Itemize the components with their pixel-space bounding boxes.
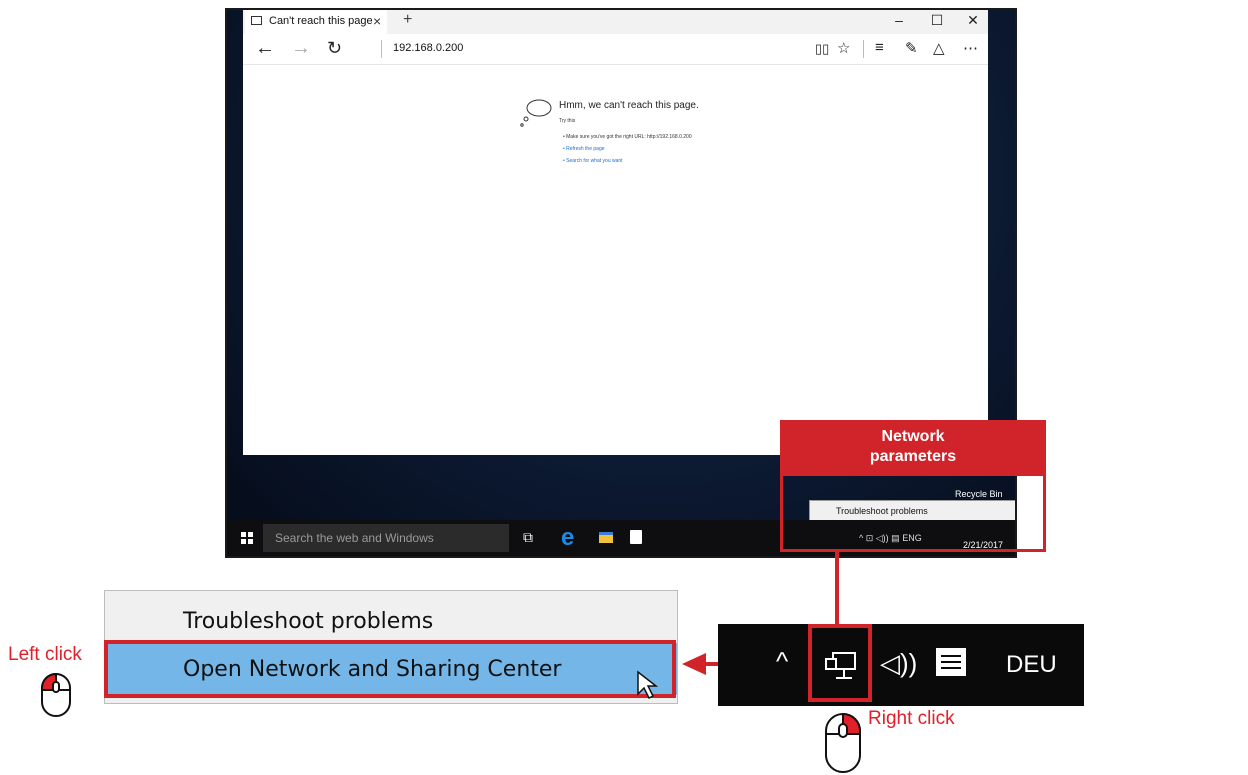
- store-icon[interactable]: [630, 530, 642, 544]
- cursor-arrow-icon: [637, 670, 659, 700]
- reading-view-icon[interactable]: ▯▯: [815, 41, 829, 57]
- suggestion-text: Search for what you want: [566, 158, 623, 164]
- address-separator: [381, 40, 382, 58]
- suggestion-text: Make sure you've got the right URL: http…: [566, 134, 692, 140]
- address-bar[interactable]: 192.168.0.200: [393, 42, 463, 54]
- volume-icon[interactable]: ◁)): [880, 648, 917, 679]
- tab-close-icon[interactable]: ×: [373, 13, 381, 29]
- error-try-this: Try this: [559, 118, 576, 124]
- edge-icon[interactable]: e: [561, 524, 574, 552]
- new-tab-button[interactable]: +: [403, 11, 412, 29]
- back-button[interactable]: ←: [255, 37, 275, 60]
- edge-browser-window: Can't reach this page × + – ☐ ✕ ← → ↻ 19…: [243, 10, 988, 455]
- thought-cloud-icon: [520, 99, 552, 127]
- tray-zoomed: ^ ◁)) DEU: [718, 624, 1084, 706]
- suggestion-refresh-link[interactable]: • Refresh the page: [563, 146, 605, 152]
- suggestion-check-url: • Make sure you've got the right URL: ht…: [563, 134, 692, 140]
- mouse-left-click-icon: [41, 672, 71, 717]
- action-center-icon[interactable]: [936, 648, 966, 676]
- right-click-label: Right click: [868, 708, 955, 729]
- hub-icon[interactable]: ≡: [875, 39, 884, 56]
- close-window-button[interactable]: ✕: [963, 12, 983, 29]
- minimize-button[interactable]: –: [889, 12, 909, 28]
- left-click-label: Left click: [8, 644, 82, 665]
- share-icon[interactable]: △: [933, 39, 945, 57]
- tab-title: Can't reach this page: [269, 15, 373, 27]
- callout-title-line2: parameters: [869, 448, 957, 465]
- error-title: Hmm, we can't reach this page.: [559, 100, 699, 111]
- refresh-button[interactable]: ↻: [327, 38, 342, 59]
- search-placeholder: Search the web and Windows: [275, 531, 434, 545]
- language-indicator[interactable]: DEU: [1006, 651, 1057, 679]
- highlight-frame: [104, 640, 676, 698]
- toolbar-separator: [863, 40, 864, 58]
- address-toolbar: ← → ↻ 192.168.0.200 ▯▯ ☆ ≡ ✎ △ ⋯: [243, 34, 988, 65]
- suggestion-text: Refresh the page: [566, 146, 605, 152]
- arrow-head-icon: [682, 653, 706, 675]
- taskbar-search-box[interactable]: Search the web and Windows: [263, 524, 509, 552]
- mouse-right-click-icon: [825, 712, 861, 773]
- tab-page-icon: [251, 16, 262, 25]
- maximize-button[interactable]: ☐: [927, 12, 947, 29]
- forward-button[interactable]: →: [291, 37, 311, 60]
- callout-connector: [835, 552, 839, 627]
- file-explorer-icon[interactable]: [599, 532, 613, 543]
- show-hidden-icons-chevron-icon[interactable]: ^: [776, 646, 788, 677]
- menu-item-label: Troubleshoot problems: [183, 609, 434, 634]
- callout-title: Network parameters: [780, 420, 1046, 476]
- suggestion-search-link[interactable]: • Search for what you want: [563, 158, 623, 164]
- tab-cant-reach[interactable]: Can't reach this page ×: [245, 10, 387, 34]
- task-view-icon[interactable]: ⧉: [523, 529, 533, 546]
- network-icon-highlight-frame: [808, 624, 872, 702]
- callout-title-line1: Network: [881, 428, 945, 445]
- tab-bar: Can't reach this page × + – ☐ ✕: [243, 10, 988, 34]
- windows-start-icon[interactable]: [241, 532, 253, 544]
- web-note-icon[interactable]: ✎: [905, 39, 918, 57]
- more-icon[interactable]: ⋯: [963, 39, 978, 57]
- favorites-star-icon[interactable]: ☆: [837, 39, 850, 57]
